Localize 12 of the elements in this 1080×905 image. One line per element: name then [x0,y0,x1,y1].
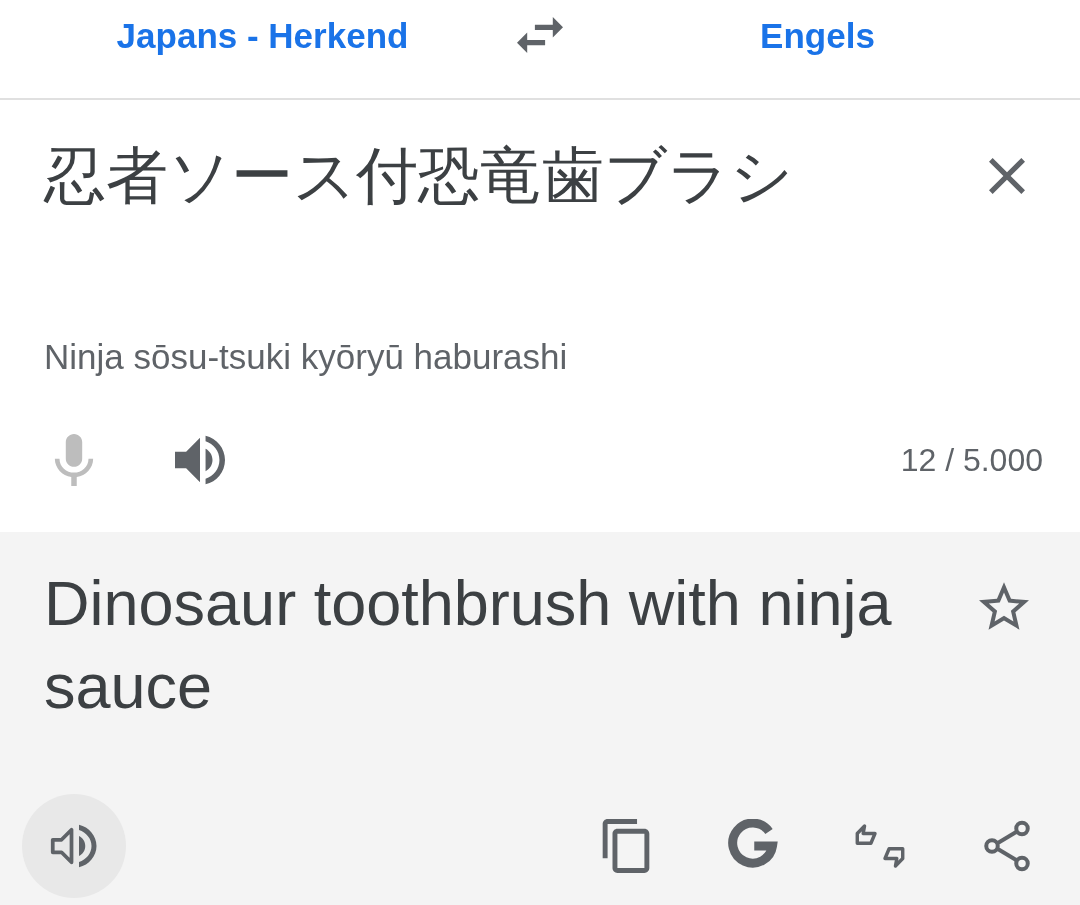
romanization-text: Ninja sōsu-tsuki kyōryū haburashi [44,336,569,378]
share-icon [982,819,1032,873]
swap-arrows-icon [517,17,563,53]
close-icon [989,158,1025,194]
translation-text: Dinosaur toothbrush with ninja sauce [44,567,893,723]
source-text-input[interactable]: 忍者ソース付恐竜歯ブラシ [44,138,793,214]
character-count: 12 / 5.000 [900,441,1043,479]
target-language-button[interactable]: Engels [752,10,883,62]
microphone-icon [54,434,94,486]
speaker-icon [175,435,225,485]
source-language-button[interactable]: Japans - Herkend [108,10,417,62]
copy-icon [601,819,651,873]
